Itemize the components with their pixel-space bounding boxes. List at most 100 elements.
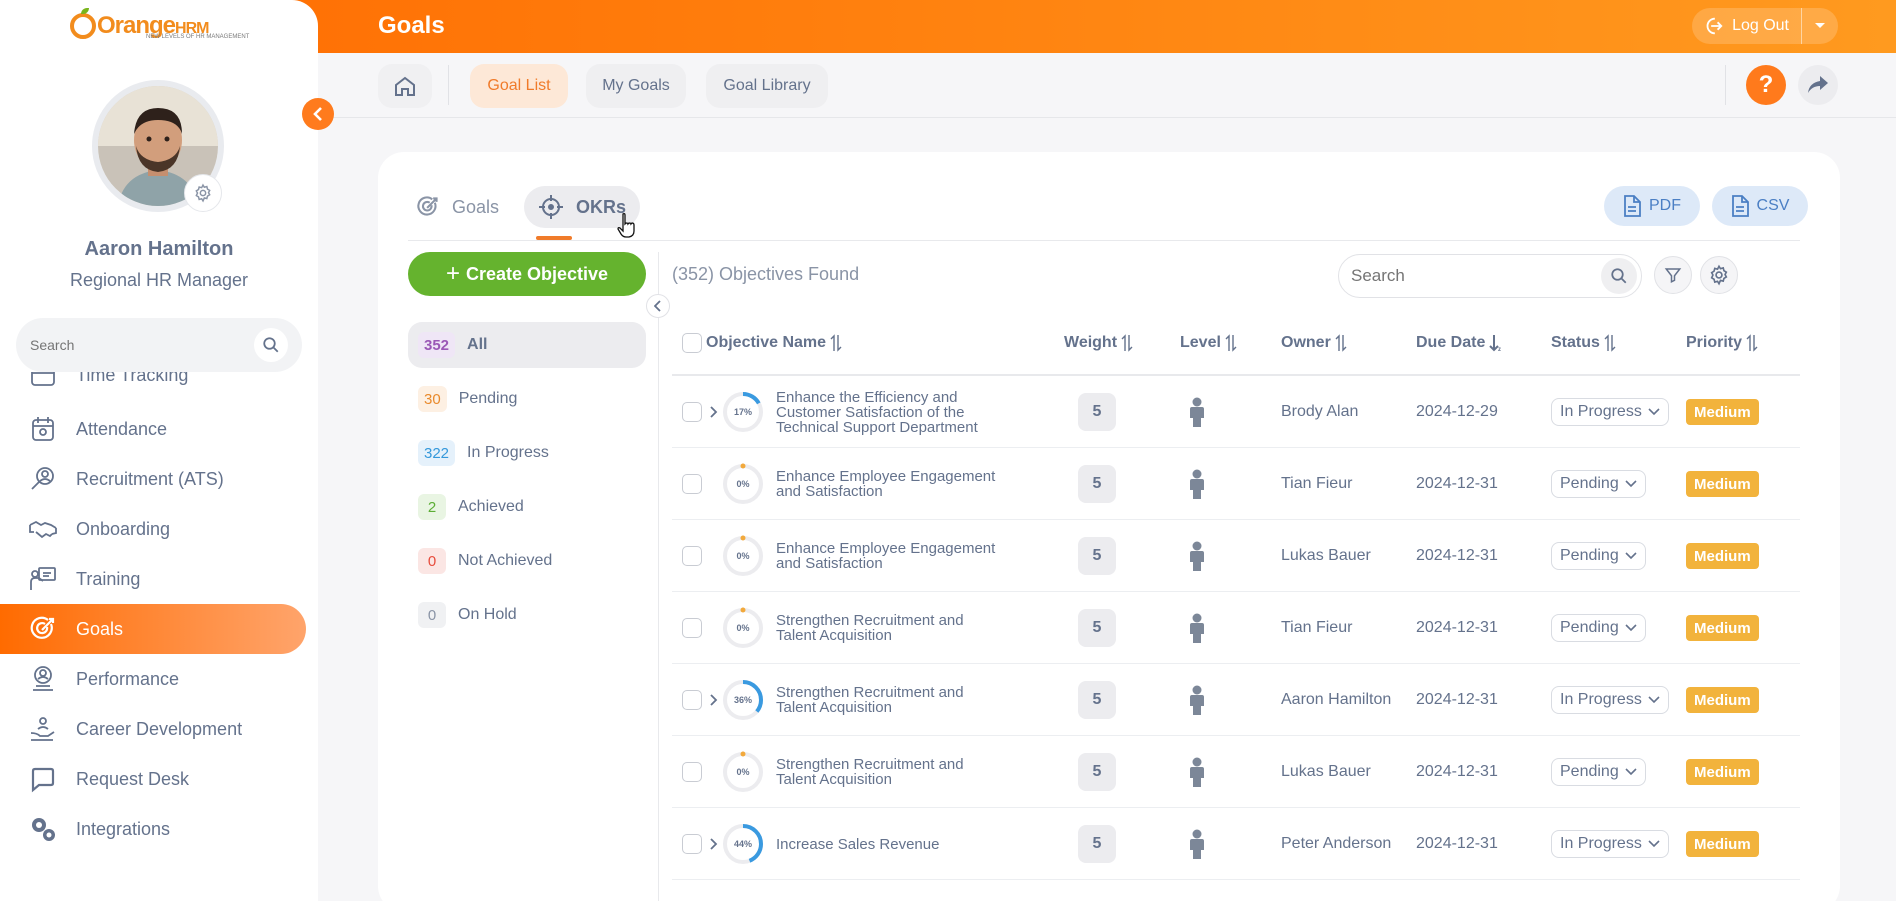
sidebar-item-training[interactable]: Training <box>0 554 306 604</box>
expand-row-chevron-icon[interactable] <box>706 837 720 851</box>
objective-name[interactable]: Enhance the Efficiency and Customer Sati… <box>776 390 1002 435</box>
filter-pending[interactable]: 30 Pending <box>408 376 646 422</box>
tab-goal-list[interactable]: Goal List <box>470 64 568 108</box>
due-date-cell: 2024-12-31 <box>1416 448 1498 520</box>
tab-goal-library[interactable]: Goal Library <box>706 64 828 108</box>
level-cell <box>1188 808 1206 880</box>
priority-cell: Medium <box>1686 520 1759 592</box>
progress-ring: 44% <box>722 808 764 880</box>
sidebar-search-input[interactable] <box>30 337 254 353</box>
sidebar-collapse-button[interactable] <box>302 98 334 130</box>
status-select[interactable]: Pending <box>1551 614 1646 642</box>
filter-not-achieved[interactable]: 0 Not Achieved <box>408 538 646 584</box>
objective-name[interactable]: Enhance Employee Engagement and Satisfac… <box>776 541 1002 571</box>
filter-all[interactable]: 352 All <box>408 322 646 368</box>
expand-row-chevron-icon[interactable] <box>706 405 720 419</box>
status-select[interactable]: In Progress <box>1551 398 1669 426</box>
orange-logo-icon <box>70 8 96 39</box>
priority-cell: Medium <box>1686 376 1759 448</box>
table-settings-button[interactable] <box>1700 256 1738 294</box>
create-objective-button[interactable]: + Create Objective <box>408 252 646 296</box>
objective-name[interactable]: Strengthen Recruitment and Talent Acquis… <box>776 613 1002 643</box>
sidebar-item-career-development[interactable]: Career Development <box>0 704 306 754</box>
weight-badge: 5 <box>1078 825 1116 863</box>
table-row[interactable]: 44% Increase Sales Revenue 5 Peter Ander… <box>672 808 1800 880</box>
avatar[interactable] <box>92 80 224 212</box>
avatar-settings-button[interactable] <box>184 174 222 212</box>
column-objective-name[interactable]: Objective Name <box>706 310 842 376</box>
row-select-cell <box>682 376 702 448</box>
row-checkbox[interactable] <box>682 474 702 494</box>
status-cell: In Progress <box>1551 808 1669 880</box>
logout-menu-toggle[interactable] <box>1802 8 1838 44</box>
objective-name[interactable]: Strengthen Recruitment and Talent Acquis… <box>776 685 1002 715</box>
view-tab-goals[interactable]: Goals <box>402 186 513 228</box>
share-button[interactable] <box>1798 65 1838 105</box>
sidebar-menu: Time Tracking Attendance Recruitment (AT… <box>0 372 318 852</box>
column-priority[interactable]: Priority <box>1686 310 1758 376</box>
column-owner[interactable]: Owner <box>1281 310 1347 376</box>
row-checkbox[interactable] <box>682 618 702 638</box>
tab-my-goals[interactable]: My Goals <box>586 64 686 108</box>
row-checkbox[interactable] <box>682 402 702 422</box>
table-row[interactable]: 36% Strengthen Recruitment and Talent Ac… <box>672 664 1800 736</box>
owner-cell: Brody Alan <box>1281 376 1358 448</box>
sidebar-item-goals[interactable]: Goals <box>0 604 306 654</box>
filter-on-hold[interactable]: 0 On Hold <box>408 592 646 638</box>
priority-badge: Medium <box>1686 831 1759 857</box>
table-row[interactable]: 17% Enhance the Efficiency and Customer … <box>672 376 1800 448</box>
select-all-checkbox[interactable] <box>682 333 702 353</box>
expand-row-chevron-icon[interactable] <box>706 693 720 707</box>
export-pdf-button[interactable]: PDF <box>1604 186 1700 226</box>
objective-name[interactable]: Enhance Employee Engagement and Satisfac… <box>776 469 1002 499</box>
objective-name[interactable]: Increase Sales Revenue <box>776 837 1002 852</box>
chevron-down-icon <box>1648 696 1660 704</box>
row-checkbox[interactable] <box>682 546 702 566</box>
table-row[interactable]: 0% Strengthen Recruitment and Talent Acq… <box>672 736 1800 808</box>
table-body: 17% Enhance the Efficiency and Customer … <box>672 376 1800 880</box>
row-checkbox[interactable] <box>682 762 702 782</box>
status-select[interactable]: Pending <box>1551 758 1646 786</box>
status-select[interactable]: Pending <box>1551 542 1646 570</box>
sidebar-item-onboarding[interactable]: Onboarding <box>0 504 306 554</box>
filter-in-progress[interactable]: 322 In Progress <box>408 430 646 476</box>
row-checkbox[interactable] <box>682 834 702 854</box>
column-level[interactable]: Level <box>1180 310 1237 376</box>
logout-button[interactable]: Log Out <box>1692 8 1802 44</box>
status-select[interactable]: In Progress <box>1551 830 1669 858</box>
table-row[interactable]: 0% Strengthen Recruitment and Talent Acq… <box>672 592 1800 664</box>
objective-name[interactable]: Strengthen Recruitment and Talent Acquis… <box>776 757 1002 787</box>
filter-panel-collapse-button[interactable] <box>646 294 670 318</box>
sidebar-item-label: Career Development <box>76 718 243 739</box>
sidebar-item-integrations[interactable]: Integrations <box>0 804 306 852</box>
export-csv-button[interactable]: CSV <box>1712 186 1808 226</box>
card-divider <box>408 240 1800 241</box>
status-select[interactable]: Pending <box>1551 470 1646 498</box>
table-row[interactable]: 0% Enhance Employee Engagement and Satis… <box>672 520 1800 592</box>
sidebar-item-request-desk[interactable]: Request Desk <box>0 754 306 804</box>
column-status[interactable]: Status <box>1551 310 1616 376</box>
owner-name: Aaron Hamilton <box>1281 691 1392 708</box>
table-row[interactable]: 0% Enhance Employee Engagement and Satis… <box>672 448 1800 520</box>
status-select[interactable]: In Progress <box>1551 686 1669 714</box>
sidebar-item-performance[interactable]: Performance <box>0 654 306 704</box>
column-due-date[interactable]: Due Date z <box>1416 310 1503 376</box>
filter-button[interactable] <box>1654 256 1692 294</box>
filter-achieved[interactable]: 2 Achieved <box>408 484 646 530</box>
sidebar-item-recruitment[interactable]: Recruitment (ATS) <box>0 454 306 504</box>
due-date-cell: 2024-12-29 <box>1416 376 1498 448</box>
column-weight[interactable]: Weight <box>1064 310 1133 376</box>
person-icon <box>1190 757 1204 787</box>
owner-name: Tian Fieur <box>1281 475 1353 492</box>
filter-icon <box>1664 268 1682 283</box>
home-button[interactable] <box>378 64 432 108</box>
objectives-search-button[interactable] <box>1601 258 1637 294</box>
sidebar-search <box>16 318 302 372</box>
objectives-search-input[interactable] <box>1351 266 1601 286</box>
help-button[interactable]: ? <box>1746 65 1786 105</box>
row-checkbox[interactable] <box>682 690 702 710</box>
sidebar-search-button[interactable] <box>254 328 288 362</box>
sidebar-item-time-tracking[interactable]: Time Tracking <box>0 372 306 400</box>
column-label: Owner <box>1281 334 1331 351</box>
sidebar-item-attendance[interactable]: Attendance <box>0 404 306 454</box>
